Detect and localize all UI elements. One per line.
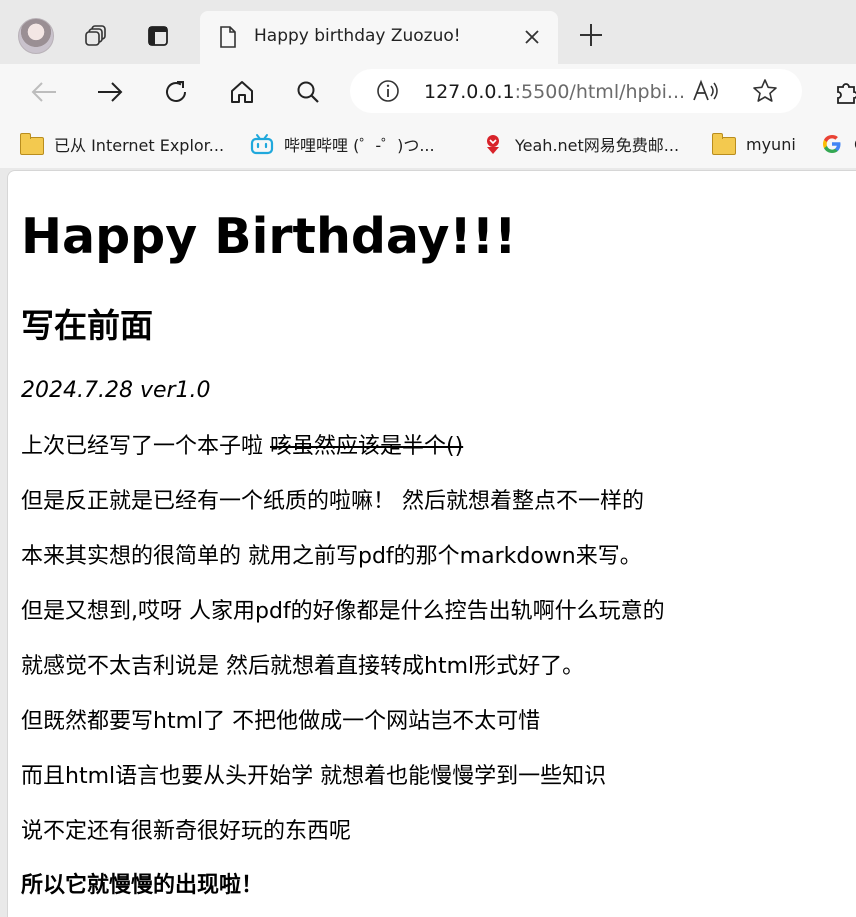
workspaces-icon[interactable]: [78, 18, 114, 54]
profile-avatar[interactable]: [18, 18, 54, 54]
site-info-icon[interactable]: [376, 79, 400, 107]
tab-strip: Happy birthday Zuozuo!: [0, 0, 856, 64]
bilibili-icon: [250, 133, 274, 155]
back-icon[interactable]: [28, 76, 60, 108]
paragraph-8: 说不定还有很新奇很好玩的东西呢: [21, 819, 352, 844]
paragraph-4: 但是又想到,哎呀 人家用pdf的好像都是什么控告出轨啊什么玩意的: [21, 599, 665, 624]
url-host: 127.0.0.1: [424, 81, 515, 103]
new-tab-icon[interactable]: [578, 22, 604, 52]
paragraph-7: 而且html语言也要从头开始学 就想着也能慢慢学到一些知识: [21, 764, 607, 789]
folder-icon: [712, 132, 736, 155]
url-text[interactable]: 127.0.0.1:5500/html/hpbi...: [424, 81, 685, 103]
section-heading: 写在前面: [21, 306, 153, 345]
version-line: 2024.7.28 ver1.0: [21, 376, 211, 406]
bookmark-label: myuni: [746, 134, 796, 154]
google-icon: [820, 133, 844, 155]
bookmark-label: Yeah.net网易免费邮...: [515, 136, 680, 155]
paragraph-9: 所以它就慢慢的出现啦！: [21, 873, 264, 898]
close-tab-icon[interactable]: [522, 27, 542, 51]
bookmark-yeah-net[interactable]: Yeah.net网易免费邮...: [481, 132, 679, 156]
favorite-star-icon[interactable]: [752, 78, 778, 108]
paragraph-1-text: 上次已经写了一个本子啦: [21, 434, 270, 459]
extensions-icon[interactable]: [830, 76, 856, 108]
page-heading: Happy Birthday!!!: [21, 208, 517, 265]
read-aloud-icon[interactable]: [692, 79, 720, 107]
home-icon[interactable]: [226, 76, 258, 108]
paragraph-1: 上次已经写了一个本子啦 咳虽然应该是半个(): [21, 432, 463, 462]
active-tab[interactable]: Happy birthday Zuozuo!: [200, 11, 558, 64]
yeah-net-icon: [481, 133, 505, 155]
paragraph-2: 但是反正就是已经有一个纸质的啦嘛！ 然后就想着整点不一样的: [21, 489, 644, 514]
address-bar[interactable]: 127.0.0.1:5500/html/hpbi...: [350, 69, 802, 113]
vertical-tabs-icon[interactable]: [140, 18, 176, 54]
tab-title: Happy birthday Zuozuo!: [254, 26, 461, 46]
toolbar: 127.0.0.1:5500/html/hpbi...: [0, 64, 856, 120]
favorites-bar: 已从 Internet Explor... 哔哩哔哩 (゜-゜)つ... Yea…: [0, 120, 856, 168]
folder-icon: [20, 132, 44, 155]
bookmark-myuni[interactable]: myuni: [712, 132, 796, 156]
paragraph-3: 本来其实想的很简单的 就用之前写pdf的那个markdown来写。: [21, 544, 642, 569]
paragraph-5: 就感觉不太吉利说是 然后就想着直接转成html形式好了。: [21, 654, 585, 679]
strikethrough-text: 咳虽然应该是半个(): [270, 434, 464, 459]
refresh-icon[interactable]: [160, 76, 192, 108]
bookmark-label: 已从 Internet Explor...: [54, 136, 225, 155]
bookmark-google[interactable]: G: [820, 132, 856, 156]
page-icon: [218, 25, 238, 53]
page-viewport: Happy Birthday!!! 写在前面 2024.7.28 ver1.0 …: [7, 170, 856, 917]
forward-icon[interactable]: [94, 76, 126, 108]
search-icon[interactable]: [292, 76, 324, 108]
url-path: :5500/html/hpbi...: [514, 81, 686, 103]
paragraph-6: 但既然都要写html了 不把他做成一个网站岂不太可惜: [21, 709, 541, 734]
bookmark-bilibili[interactable]: 哔哩哔哩 (゜-゜)つ...: [250, 132, 435, 156]
version-text: 2024.7.28 ver1.0: [21, 378, 211, 403]
bookmark-ie-import[interactable]: 已从 Internet Explor...: [20, 132, 224, 156]
bookmark-label: 哔哩哔哩 (゜-゜)つ...: [284, 136, 435, 155]
